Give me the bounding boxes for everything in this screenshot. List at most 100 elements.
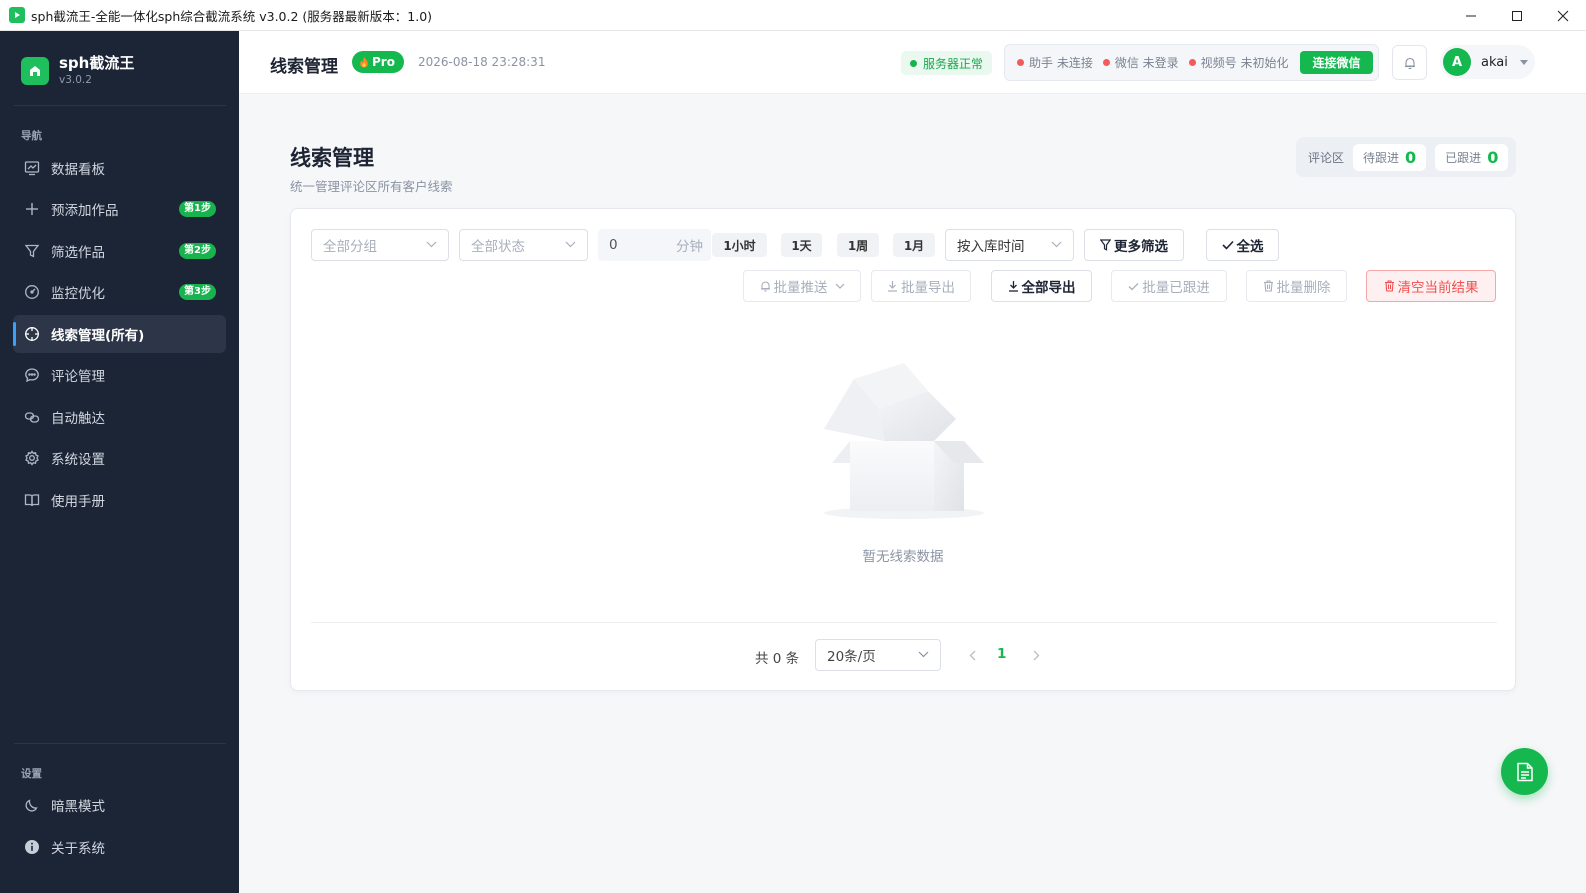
close-button[interactable] — [1540, 0, 1586, 31]
notification-button[interactable] — [1392, 45, 1427, 80]
prev-page-button[interactable] — [964, 646, 980, 664]
sidebar-item-label: 系统设置 — [51, 452, 105, 468]
caret-down-icon — [1519, 59, 1528, 65]
export-all-label: 全部导出 — [1021, 280, 1076, 296]
sidebar-item-auto-reach[interactable]: 自动触达 — [13, 398, 226, 436]
page-size-select[interactable]: 20条/页 — [815, 639, 941, 671]
range-1m-button[interactable]: 1月 — [893, 233, 935, 257]
sidebar-item-leads[interactable]: 线索管理(所有) — [13, 315, 226, 353]
clear-results-label: 清空当前结果 — [1397, 280, 1479, 296]
minutes-input[interactable]: 0 分钟 — [598, 229, 711, 261]
chevron-down-icon — [1051, 241, 1062, 248]
connection-status-panel: 助手 未连接 微信 未登录 视频号 未初始化 连接微信 — [1004, 44, 1379, 81]
avatar: A — [1443, 48, 1471, 76]
sidebar-item-monitor[interactable]: 监控优化 第3步 — [13, 273, 226, 311]
brand-logo-icon — [21, 56, 49, 85]
minutes-value: 0 — [609, 237, 618, 253]
floating-doc-button[interactable] — [1501, 748, 1548, 795]
step-badge: 第2步 — [179, 243, 216, 259]
page-size-value: 20条/页 — [827, 649, 876, 665]
sidebar-item-filter[interactable]: 筛选作品 第2步 — [13, 232, 226, 270]
pending-label: 待跟进 — [1363, 150, 1400, 165]
plus-icon — [23, 200, 41, 218]
select-all-button[interactable]: 全选 — [1206, 229, 1279, 261]
batch-export-button[interactable]: 批量导出 — [871, 270, 971, 302]
filter-icon — [23, 242, 41, 260]
maximize-button[interactable] — [1494, 0, 1540, 31]
sidebar-item-dashboard[interactable]: 数据看板 — [13, 149, 226, 187]
group-select[interactable]: 全部分组 — [311, 229, 449, 261]
sidebar-item-manual[interactable]: 使用手册 — [13, 481, 226, 519]
status-select-value: 全部状态 — [471, 239, 525, 255]
gear-icon — [23, 449, 41, 467]
window-titlebar: sph截流王-全能一体化sph综合截流系统 v3.0.2 (服务器最新版本：1.… — [0, 0, 1586, 31]
batch-push-button[interactable]: 批量推送 — [743, 270, 861, 302]
top-header: 线索管理 Pro 2026-08-18 23:28:31 服务器正常 助手 未连… — [239, 31, 1586, 94]
batch-push-label: 批量推送 — [773, 280, 828, 296]
empty-box-illustration — [824, 361, 984, 521]
brand: sph截流王 v3.0.2 — [21, 55, 134, 86]
channels-status: 视频号 未初始化 — [1188, 54, 1288, 71]
bell-icon — [1403, 56, 1417, 70]
document-icon — [1516, 762, 1534, 782]
chevron-left-icon — [969, 650, 976, 661]
settings-section-label: 设置 — [21, 768, 42, 780]
minimize-button[interactable] — [1448, 0, 1494, 31]
step-badge: 第1步 — [179, 201, 216, 217]
followed-count: 0 — [1487, 147, 1499, 167]
page-number-current[interactable]: 1 — [997, 646, 1006, 662]
lead-stats: 评论区 待跟进 0 已跟进 0 — [1296, 137, 1516, 177]
wechat-status-text: 微信 未登录 — [1114, 56, 1179, 70]
sidebar-item-about[interactable]: 关于系统 — [13, 828, 226, 866]
more-filters-button[interactable]: 更多筛选 — [1084, 229, 1184, 261]
window-title: sph截流王-全能一体化sph综合截流系统 v3.0.2 (服务器最新版本：1.… — [31, 8, 433, 24]
trash-icon — [1384, 280, 1395, 292]
book-icon — [23, 491, 41, 509]
sidebar-item-dark-mode[interactable]: 暗黑模式 — [13, 786, 226, 824]
followed-stat: 已跟进 0 — [1435, 143, 1509, 171]
pro-label: Pro — [372, 55, 395, 69]
sidebar-item-settings[interactable]: 系统设置 — [13, 439, 226, 477]
assistant-status-text: 助手 未连接 — [1029, 56, 1093, 70]
batch-delete-label: 批量删除 — [1276, 280, 1331, 296]
range-1h-button[interactable]: 1小时 — [712, 233, 767, 257]
sidebar-item-label: 监控优化 — [51, 286, 105, 302]
batch-delete-button[interactable]: 批量删除 — [1246, 270, 1347, 302]
sidebar-item-label: 预添加作品 — [51, 203, 119, 219]
export-all-button[interactable]: 全部导出 — [991, 270, 1092, 302]
page-subtitle: 统一管理评论区所有客户线索 — [290, 179, 453, 194]
link-icon — [23, 408, 41, 426]
filter-icon — [1100, 239, 1111, 251]
status-select[interactable]: 全部状态 — [459, 229, 588, 261]
status-dot-icon — [1188, 59, 1196, 66]
pending-count: 0 — [1405, 147, 1417, 167]
chevron-down-icon — [918, 651, 929, 658]
range-1d-button[interactable]: 1天 — [781, 233, 822, 257]
sidebar-item-pre-add[interactable]: 预添加作品 第1步 — [13, 190, 226, 228]
connect-wechat-button[interactable]: 连接微信 — [1300, 51, 1373, 74]
sidebar-item-label: 自动触达 — [51, 411, 105, 427]
status-dot-icon — [1017, 59, 1024, 66]
chevron-down-icon — [426, 241, 437, 248]
assistant-status: 助手 未连接 — [1017, 54, 1093, 71]
moon-icon — [23, 796, 41, 814]
chevron-down-icon — [565, 241, 576, 248]
sidebar-item-comments[interactable]: 评论管理 — [13, 356, 226, 394]
card-divider — [311, 622, 1497, 623]
next-page-button[interactable] — [1028, 646, 1044, 664]
sort-select[interactable]: 按入库时间 — [945, 229, 1074, 261]
sidebar-divider — [14, 105, 226, 106]
user-menu[interactable]: A akai — [1440, 45, 1535, 79]
batch-followed-label: 批量已跟进 — [1142, 280, 1210, 296]
check-icon — [1221, 240, 1234, 250]
batch-followed-button[interactable]: 批量已跟进 — [1111, 270, 1227, 302]
clear-results-button[interactable]: 清空当前结果 — [1366, 270, 1496, 302]
minutes-unit: 分钟 — [676, 239, 703, 255]
pending-stat: 待跟进 0 — [1353, 143, 1427, 171]
main-content: 线索管理 统一管理评论区所有客户线索 评论区 待跟进 0 已跟进 0 全部分组 … — [239, 94, 1586, 893]
download-icon — [1008, 280, 1019, 292]
range-1w-button[interactable]: 1周 — [837, 233, 879, 257]
step-badge: 第3步 — [179, 284, 216, 300]
chevron-down-icon — [835, 283, 845, 289]
sidebar-item-label: 关于系统 — [51, 841, 105, 857]
